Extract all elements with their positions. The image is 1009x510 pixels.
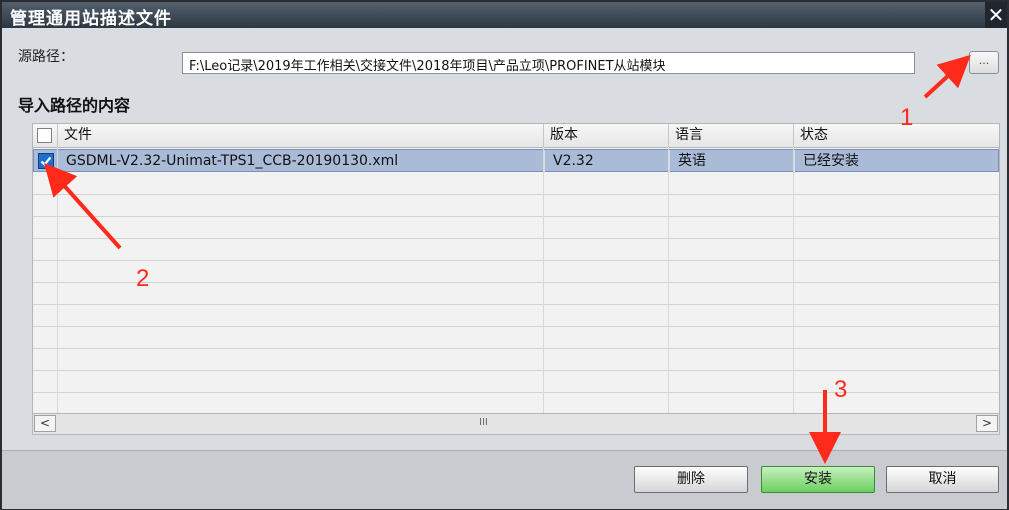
browse-button[interactable]: ... — [969, 51, 999, 74]
delete-button[interactable]: 删除 — [634, 466, 748, 493]
import-contents-title: 导入路径的内容 — [18, 96, 131, 115]
select-all-checkbox[interactable] — [37, 128, 52, 143]
gsd-file-table: 文件 版本 语言 状态 GSDML-V2.32-Unimat-TPS1_CCB-… — [32, 123, 1000, 435]
horizontal-scrollbar[interactable]: < III > — [33, 413, 999, 434]
title-bar: 管理通用站描述文件 ✕ — [2, 2, 1007, 29]
empty-row — [33, 370, 999, 393]
scroll-right-button[interactable]: > — [976, 415, 998, 432]
manage-gsd-dialog: 管理通用站描述文件 ✕ 源路径： F:\Leo记录\2019年工作相关\交接文件… — [0, 0, 1009, 510]
column-divider — [668, 147, 669, 414]
install-button[interactable]: 安装 — [761, 466, 875, 493]
empty-row — [33, 392, 999, 415]
empty-row — [33, 348, 999, 371]
checkmark-icon — [40, 156, 52, 167]
empty-row — [33, 260, 999, 283]
column-header-status[interactable]: 状态 — [793, 124, 999, 147]
scroll-left-button[interactable]: < — [34, 415, 56, 432]
column-header-file[interactable]: 文件 — [57, 124, 543, 147]
empty-row — [33, 194, 999, 217]
dialog-title: 管理通用站描述文件 — [10, 9, 172, 29]
close-icon[interactable]: ✕ — [985, 2, 1007, 28]
empty-row — [33, 216, 999, 239]
column-header-version[interactable]: 版本 — [543, 124, 668, 147]
empty-row — [33, 304, 999, 327]
row-checkbox[interactable] — [38, 153, 54, 169]
annotation-label-1: 1 — [900, 104, 914, 131]
cell-version: V2.32 — [544, 150, 669, 173]
column-divider — [543, 147, 544, 414]
column-header-language[interactable]: 语言 — [668, 124, 793, 147]
empty-row — [33, 238, 999, 261]
dialog-footer: 删除 安装 取消 — [2, 450, 1007, 509]
scroll-grip-icon[interactable]: III — [479, 417, 488, 428]
source-path-field[interactable]: F:\Leo记录\2019年工作相关\交接文件\2018年项目\产品立项\PRO… — [182, 52, 915, 74]
cell-status: 已经安装 — [794, 150, 999, 173]
empty-row — [33, 282, 999, 305]
cell-file: GSDML-V2.32-Unimat-TPS1_CCB-20190130.xml — [66, 153, 399, 169]
source-path-row: 源路径： F:\Leo记录\2019年工作相关\交接文件\2018年项目\产品立… — [2, 28, 1007, 86]
cell-language: 英语 — [669, 150, 794, 173]
empty-row — [33, 326, 999, 349]
table-header: 文件 版本 语言 状态 — [33, 124, 999, 148]
empty-row — [33, 172, 999, 195]
annotation-label-3: 3 — [834, 376, 848, 403]
table-row[interactable]: GSDML-V2.32-Unimat-TPS1_CCB-20190130.xml… — [33, 149, 999, 173]
cancel-button[interactable]: 取消 — [886, 466, 999, 493]
source-path-label: 源路径： — [18, 49, 74, 65]
column-divider — [793, 147, 794, 414]
annotation-label-2: 2 — [136, 265, 150, 292]
column-divider — [57, 147, 58, 414]
